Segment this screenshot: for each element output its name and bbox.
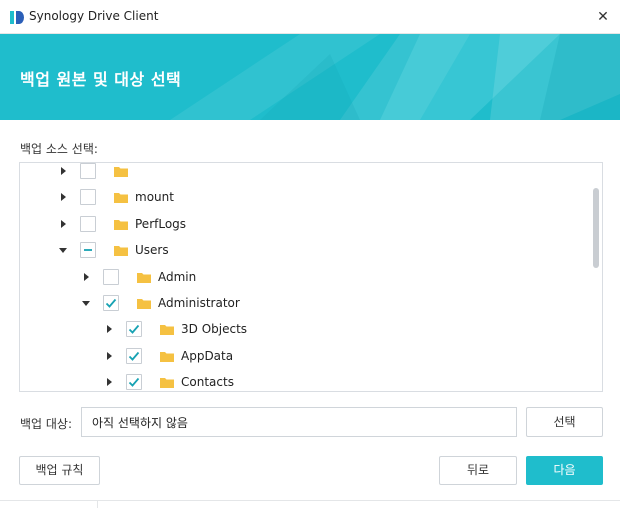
caret-right-icon[interactable] [59,167,67,175]
tree-row[interactable]: PerfLogs [20,211,590,237]
checkmark-icon [105,298,117,308]
tree-item-label: Admin [158,269,197,284]
tree-checkbox[interactable] [126,321,142,338]
folder-icon [114,167,128,177]
caret-down-icon[interactable] [82,299,90,307]
tree-row[interactable]: AppData [20,343,590,369]
folder-icon [137,272,151,283]
tree-checkbox[interactable] [80,163,96,179]
tree-checkbox[interactable] [103,268,119,285]
tree-checkbox[interactable] [80,215,96,232]
tree-item-label: Administrator [158,296,240,310]
caret-right-icon[interactable] [105,351,113,360]
folder-icon [160,325,174,336]
tree-row[interactable] [20,163,590,184]
tree-checkbox[interactable] [80,242,96,259]
tree-item-label: Users [135,243,169,258]
tree-checkbox[interactable] [80,189,96,206]
folder-icon [114,246,128,257]
close-icon: ✕ [597,9,609,25]
caret-right-icon[interactable] [82,272,90,281]
tree-row[interactable]: Admin [20,264,590,290]
tree-item-label: 3D Objects [181,322,248,337]
header-banner: 백업 원본 및 대상 선택 [0,34,620,120]
checkmark-icon [128,325,140,335]
select-destination-button[interactable]: 선택 [526,407,603,437]
back-button[interactable]: 뒤로 [439,456,517,485]
tree-item-label: Contacts [181,375,234,390]
caret-right-icon[interactable] [105,378,113,387]
folder-icon [114,219,128,230]
tree-checkbox[interactable] [126,374,142,391]
tree-row[interactable]: 3D Objects [20,316,590,342]
tree-scrollbar[interactable] [593,188,599,268]
close-button[interactable]: ✕ [586,0,620,34]
source-tree[interactable]: mount PerfLogs Users Admin Administrator 3D O… [19,162,603,392]
tree-row[interactable]: Contacts [20,369,590,391]
folder-icon [160,351,174,362]
caret-right-icon[interactable] [105,325,113,334]
tree-row[interactable]: Administrator [20,290,590,316]
checkmark-icon [128,351,140,361]
tree-checkbox[interactable] [126,347,142,364]
destination-label: 백업 대상: [20,417,73,431]
synology-drive-logo-icon [10,11,24,24]
tree-row[interactable]: mount [20,184,590,210]
tree-item-label: AppData [181,348,234,363]
folder-icon [160,378,174,389]
tree-item-label: mount [135,190,174,205]
folder-icon [137,299,151,309]
caret-right-icon[interactable] [59,193,67,202]
title-bar: Synology Drive Client ✕ [0,0,620,34]
caret-right-icon[interactable] [59,219,67,228]
indeterminate-icon [84,249,92,252]
backup-rules-button[interactable]: 백업 규칙 [19,456,100,485]
divider-tick [97,501,98,508]
source-label: 백업 소스 선택: [20,142,98,156]
folder-icon [114,193,128,204]
caret-down-icon[interactable] [59,246,67,254]
checkmark-icon [128,378,140,388]
page-title: 백업 원본 및 대상 선택 [20,70,182,89]
tree-checkbox[interactable] [103,295,119,311]
tree-row[interactable]: Users [20,237,590,263]
divider [0,500,620,501]
window-title: Synology Drive Client [29,9,159,23]
next-button[interactable]: 다음 [526,456,603,485]
destination-field[interactable] [81,407,517,437]
tree-item-label: PerfLogs [135,216,187,231]
